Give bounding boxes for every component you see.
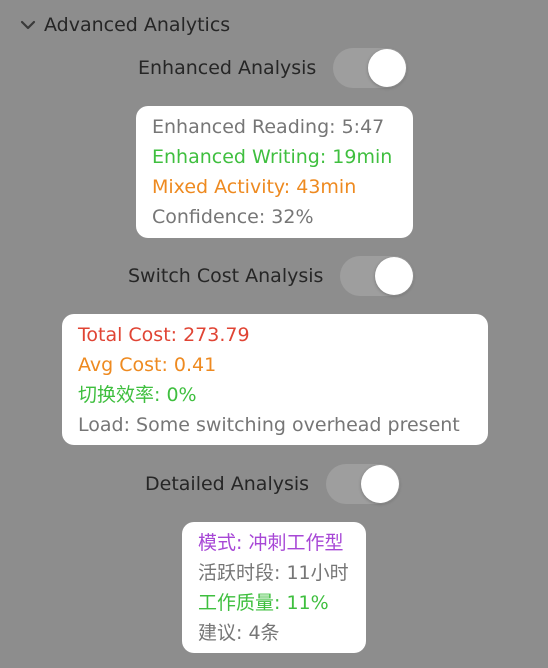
- detailed-analysis-label: Detailed Analysis: [145, 473, 310, 495]
- detailed-analysis-toggle[interactable]: [326, 464, 401, 504]
- switch-cost-toggle[interactable]: [340, 256, 415, 296]
- switch-cost-row: Switch Cost Analysis: [128, 256, 415, 296]
- mixed-activity-text: Mixed Activity: 43min: [152, 176, 357, 198]
- enhanced-reading-text: Enhanced Reading: 5:47: [152, 116, 385, 138]
- suggestions-text: 建议: 4条: [198, 622, 280, 644]
- mode-text: 模式: 冲刺工作型: [198, 532, 344, 554]
- switch-cost-label: Switch Cost Analysis: [128, 265, 324, 287]
- active-period-text: 活跃时段: 11小时: [198, 562, 349, 584]
- enhanced-analysis-card: Enhanced Reading: 5:47 Enhanced Writing:…: [136, 106, 413, 238]
- advanced-analytics-header[interactable]: Advanced Analytics: [18, 8, 230, 42]
- detailed-analysis-row: Detailed Analysis: [145, 464, 401, 504]
- switch-cost-card: Total Cost: 273.79 Avg Cost: 0.41 切换效率: …: [62, 314, 488, 445]
- toggle-knob: [361, 465, 400, 503]
- total-cost-text: Total Cost: 273.79: [78, 324, 250, 346]
- confidence-text: Confidence: 32%: [152, 206, 314, 228]
- switch-efficiency-text: 切换效率: 0%: [78, 384, 197, 406]
- enhanced-analysis-row: Enhanced Analysis: [138, 48, 408, 88]
- enhanced-analysis-toggle[interactable]: [333, 48, 408, 88]
- toggle-knob: [368, 49, 407, 87]
- load-text: Load: Some switching overhead present: [78, 414, 460, 436]
- section-title: Advanced Analytics: [44, 14, 231, 36]
- work-quality-text: 工作质量: 11%: [198, 592, 329, 614]
- detailed-analysis-card: 模式: 冲刺工作型 活跃时段: 11小时 工作质量: 11% 建议: 4条: [182, 522, 366, 653]
- enhanced-analysis-label: Enhanced Analysis: [138, 57, 317, 79]
- enhanced-writing-text: Enhanced Writing: 19min: [152, 146, 393, 168]
- avg-cost-text: Avg Cost: 0.41: [78, 354, 217, 376]
- toggle-knob: [375, 257, 414, 295]
- chevron-down-icon: [18, 15, 38, 35]
